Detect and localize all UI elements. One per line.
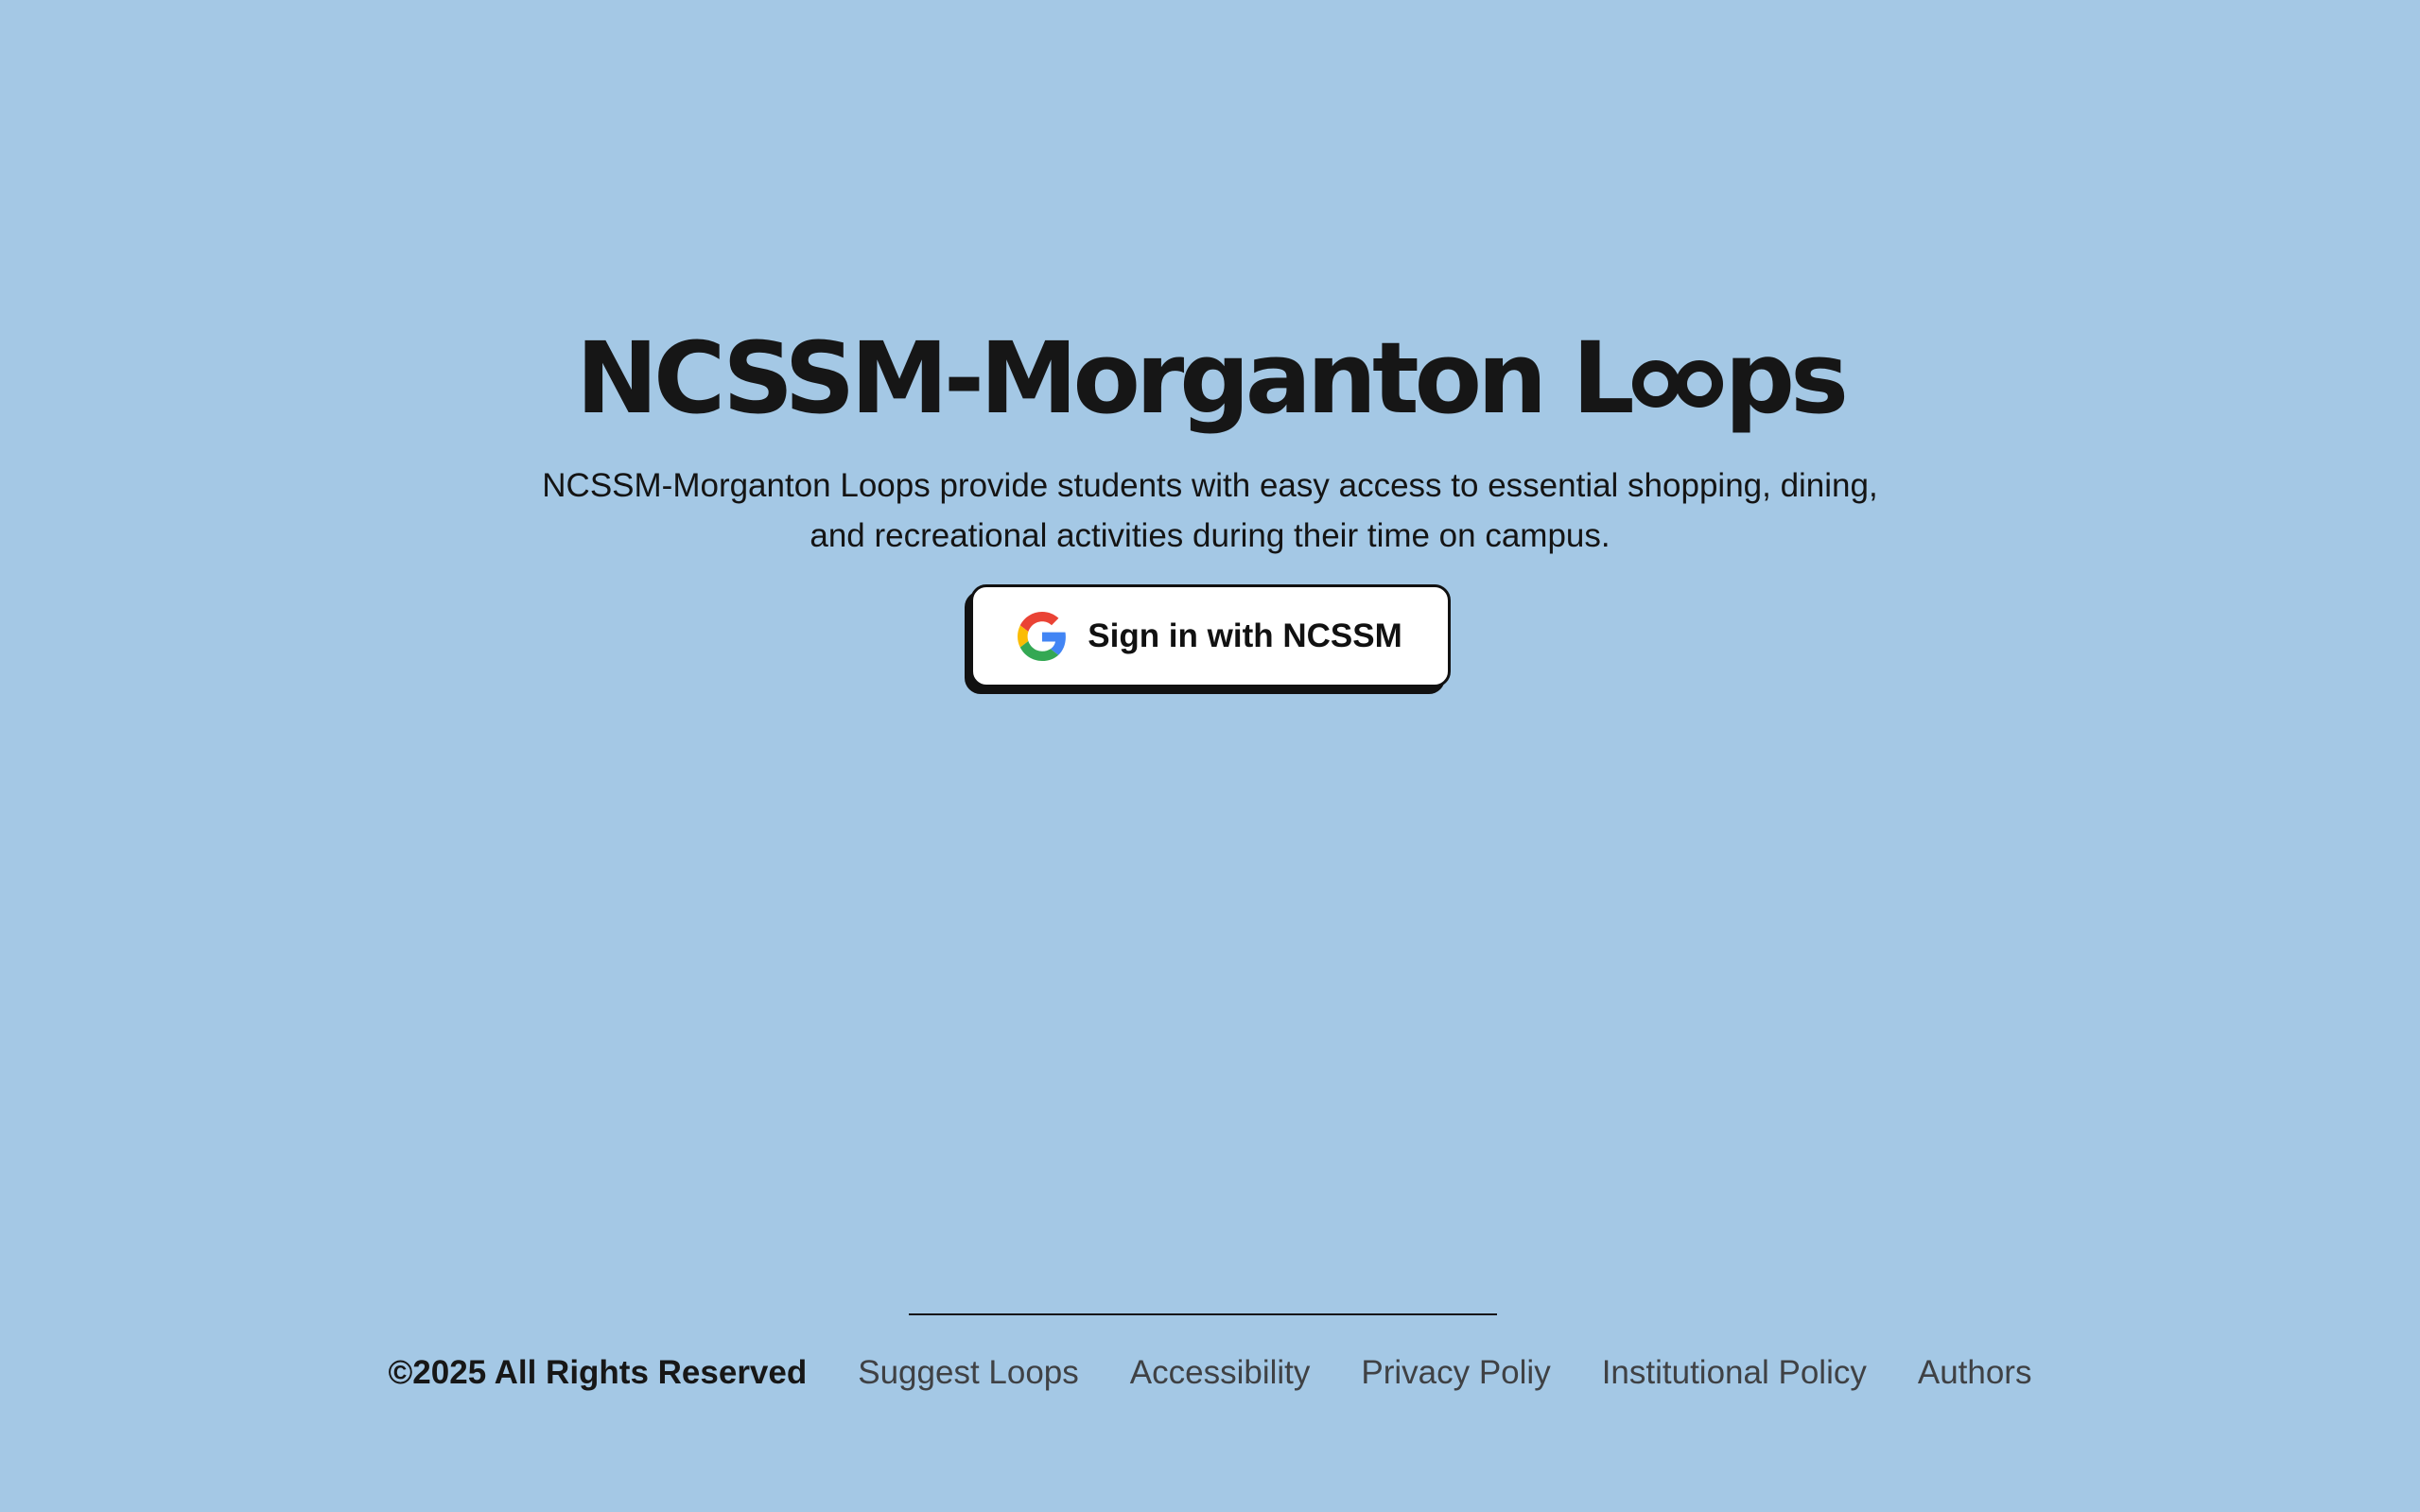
page-description: NCSSM-Morganton Loops provide students w… — [542, 467, 1878, 554]
footer-divider — [909, 1313, 1497, 1315]
sign-in-button-label: Sign in with NCSSM — [1088, 617, 1402, 654]
loop-infinity-icon — [1631, 356, 1723, 412]
google-icon — [1018, 611, 1067, 661]
page-title-suffix: ps — [1724, 321, 1849, 436]
hero-section: NCSSM-Morganton L ps NCSSM-Morganton Loop… — [0, 317, 2420, 687]
footer-link-authors[interactable]: Authors — [1918, 1354, 2032, 1392]
copyright-text: ©2025 All Rights Reserved — [388, 1354, 808, 1391]
footer: ©2025 All Rights Reserved Suggest Loops … — [0, 1354, 2420, 1392]
page-title-prefix: NCSSM-Morganton L — [575, 321, 1635, 436]
page-title: NCSSM-Morganton L ps — [575, 317, 1849, 440]
footer-link-institutional-policy[interactable]: Institutional Policy — [1602, 1354, 1867, 1392]
footer-link-accessibility[interactable]: Accessibility — [1130, 1354, 1311, 1392]
footer-link-privacy-policy[interactable]: Privacy Poliy — [1361, 1354, 1550, 1392]
footer-link-suggest-loops[interactable]: Suggest Loops — [858, 1354, 1079, 1392]
sign-in-button[interactable]: Sign in with NCSSM — [969, 584, 1451, 687]
